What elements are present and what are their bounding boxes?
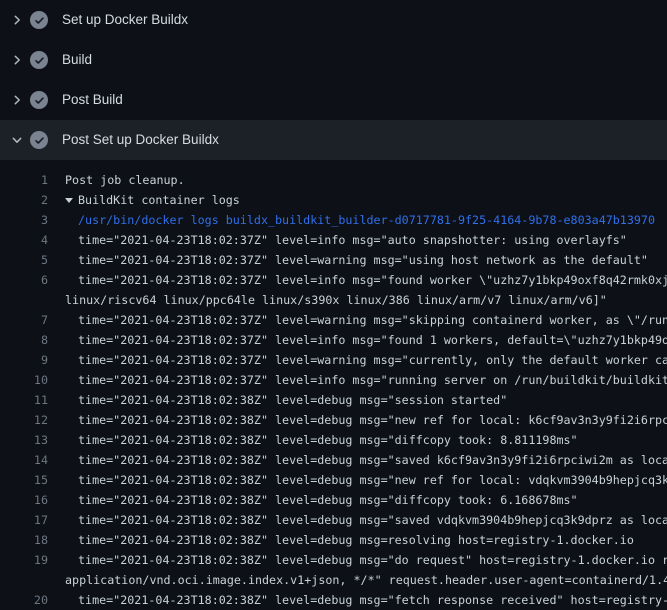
line-number[interactable]: 18 <box>0 530 48 550</box>
log-line: 9 time="2021-04-23T18:02:37Z" level=warn… <box>0 350 667 370</box>
check-circle-icon <box>30 51 48 69</box>
log-line: linux/riscv64 linux/ppc64le linux/s390x … <box>0 290 667 310</box>
line-number[interactable]: 1 <box>0 170 48 190</box>
log-line: 1 Post job cleanup. <box>0 170 667 190</box>
chevron-right-icon <box>11 94 23 106</box>
step-label: Post Set up Docker Buildx <box>62 120 219 160</box>
actions-log-viewer: Set up Docker Buildx Build Post Build Po… <box>0 0 667 600</box>
check-circle-icon <box>30 11 48 29</box>
line-number[interactable]: 14 <box>0 450 48 470</box>
step-header-build[interactable]: Build <box>0 40 667 80</box>
log-text: time="2021-04-23T18:02:37Z" level=info m… <box>78 370 667 390</box>
log-text: time="2021-04-23T18:02:38Z" level=debug … <box>78 530 634 550</box>
check-circle-icon <box>30 131 48 149</box>
log-text: time="2021-04-23T18:02:37Z" level=info m… <box>78 270 667 290</box>
log-text: time="2021-04-23T18:02:38Z" level=debug … <box>78 590 667 610</box>
log-line: 13 time="2021-04-23T18:02:38Z" level=deb… <box>0 430 667 450</box>
step-label: Post Build <box>62 80 123 120</box>
log-text: time="2021-04-23T18:02:38Z" level=debug … <box>78 410 667 430</box>
log-text: time="2021-04-23T18:02:38Z" level=debug … <box>78 450 667 470</box>
line-number[interactable]: 15 <box>0 470 48 490</box>
step-label: Set up Docker Buildx <box>62 0 188 40</box>
log-command-text: /usr/bin/docker logs buildx_buildkit_bui… <box>78 210 655 230</box>
log-line: 7 time="2021-04-23T18:02:37Z" level=warn… <box>0 310 667 330</box>
log-text: time="2021-04-23T18:02:38Z" level=debug … <box>78 390 507 410</box>
log-line: 3 /usr/bin/docker logs buildx_buildkit_b… <box>0 210 667 230</box>
line-number[interactable]: 8 <box>0 330 48 350</box>
chevron-down-icon <box>11 134 23 146</box>
log-text: time="2021-04-23T18:02:37Z" level=warnin… <box>78 250 648 270</box>
log-text: time="2021-04-23T18:02:37Z" level=warnin… <box>78 310 667 330</box>
log-text: time="2021-04-23T18:02:37Z" level=warnin… <box>78 350 667 370</box>
log-text: time="2021-04-23T18:02:37Z" level=info m… <box>78 230 627 250</box>
log-line: 12 time="2021-04-23T18:02:38Z" level=deb… <box>0 410 667 430</box>
log-text: application/vnd.oci.image.index.v1+json,… <box>65 570 667 590</box>
log-line: 14 time="2021-04-23T18:02:38Z" level=deb… <box>0 450 667 470</box>
step-header-post-build[interactable]: Post Build <box>0 80 667 120</box>
log-group-toggle[interactable]: BuildKit container logs <box>65 190 240 210</box>
log-text: Post job cleanup. <box>65 170 185 190</box>
log-text: time="2021-04-23T18:02:38Z" level=debug … <box>78 470 667 490</box>
log-line: 2 BuildKit container logs <box>0 190 667 210</box>
log-text: time="2021-04-23T18:02:38Z" level=debug … <box>78 550 667 570</box>
log-line: 17 time="2021-04-23T18:02:38Z" level=deb… <box>0 510 667 530</box>
log-line: 6 time="2021-04-23T18:02:37Z" level=info… <box>0 270 667 290</box>
log-text: time="2021-04-23T18:02:38Z" level=debug … <box>78 510 667 530</box>
line-number[interactable]: 19 <box>0 550 48 570</box>
log-line: 18 time="2021-04-23T18:02:38Z" level=deb… <box>0 530 667 550</box>
steps-list: Set up Docker Buildx Build Post Build Po… <box>0 0 667 160</box>
step-header-set-up-docker-buildx[interactable]: Set up Docker Buildx <box>0 0 667 40</box>
step-header-post-set-up-docker-buildx[interactable]: Post Set up Docker Buildx <box>0 120 667 160</box>
log-line: 4 time="2021-04-23T18:02:37Z" level=info… <box>0 230 667 250</box>
step-label: Build <box>62 40 92 80</box>
log-line: 19 time="2021-04-23T18:02:38Z" level=deb… <box>0 550 667 570</box>
chevron-right-icon <box>11 14 23 26</box>
line-number[interactable]: 11 <box>0 390 48 410</box>
log-line: 15 time="2021-04-23T18:02:38Z" level=deb… <box>0 470 667 490</box>
line-number[interactable]: 17 <box>0 510 48 530</box>
line-number[interactable]: 6 <box>0 270 48 290</box>
chevron-right-icon <box>11 54 23 66</box>
line-number[interactable]: 13 <box>0 430 48 450</box>
log-line: 8 time="2021-04-23T18:02:37Z" level=info… <box>0 330 667 350</box>
log-text: time="2021-04-23T18:02:37Z" level=info m… <box>78 330 667 350</box>
line-number[interactable]: 3 <box>0 210 48 230</box>
line-number[interactable]: 10 <box>0 370 48 390</box>
line-number[interactable]: 20 <box>0 590 48 610</box>
log-text: time="2021-04-23T18:02:38Z" level=debug … <box>78 490 578 510</box>
triangle-down-icon <box>65 198 73 203</box>
log-line: 20 time="2021-04-23T18:02:38Z" level=deb… <box>0 590 667 610</box>
log-line: 16 time="2021-04-23T18:02:38Z" level=deb… <box>0 490 667 510</box>
line-number[interactable]: 12 <box>0 410 48 430</box>
log-text: linux/riscv64 linux/ppc64le linux/s390x … <box>65 290 607 310</box>
log-line: 10 time="2021-04-23T18:02:37Z" level=inf… <box>0 370 667 390</box>
check-circle-icon <box>30 91 48 109</box>
line-number[interactable]: 2 <box>0 190 48 210</box>
line-number[interactable]: 5 <box>0 250 48 270</box>
log-line: 5 time="2021-04-23T18:02:37Z" level=warn… <box>0 250 667 270</box>
log-line: application/vnd.oci.image.index.v1+json,… <box>0 570 667 590</box>
line-number[interactable]: 7 <box>0 310 48 330</box>
log-text: time="2021-04-23T18:02:38Z" level=debug … <box>78 430 578 450</box>
line-number[interactable]: 4 <box>0 230 48 250</box>
log-area: 1 Post job cleanup. 2 BuildKit container… <box>0 160 667 610</box>
log-line: 11 time="2021-04-23T18:02:38Z" level=deb… <box>0 390 667 410</box>
line-number[interactable]: 16 <box>0 490 48 510</box>
line-number[interactable]: 9 <box>0 350 48 370</box>
